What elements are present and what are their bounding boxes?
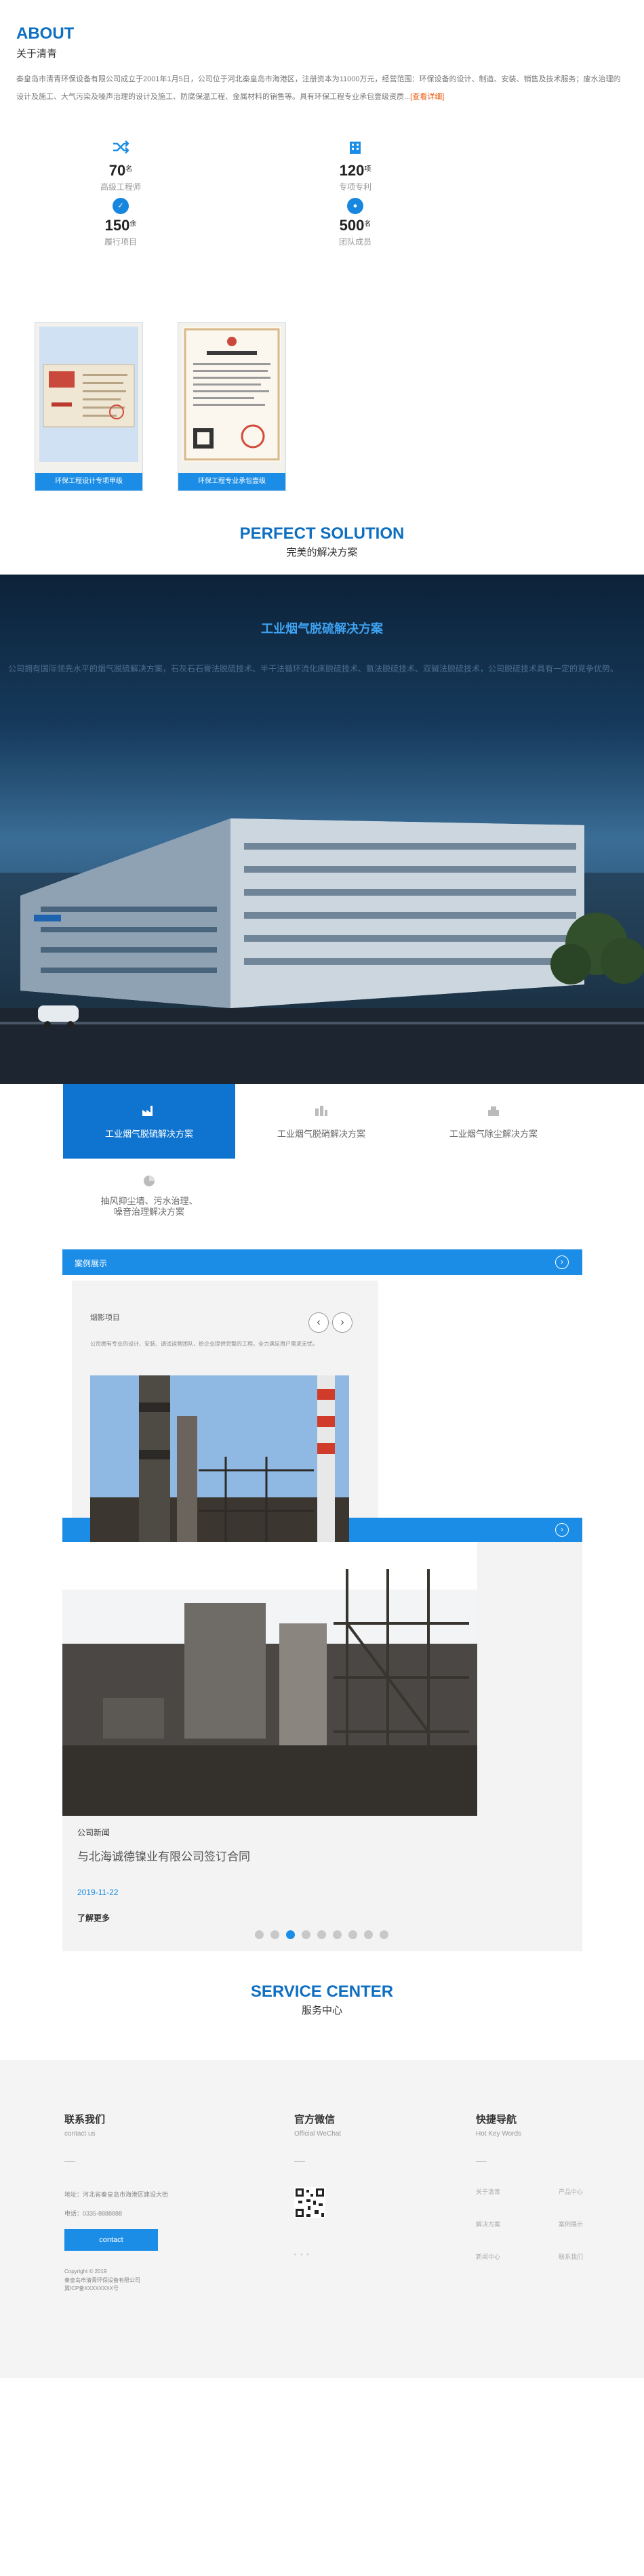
carousel-dot[interactable] [317, 1930, 326, 1939]
more-link[interactable]: [查看详细] [410, 93, 444, 101]
weibo-icon[interactable]: ◦ [294, 2251, 300, 2258]
case-card-title: 烟影项目 [90, 1314, 120, 1322]
chevron-right-icon[interactable]: › [332, 1312, 353, 1333]
certificate-caption: 环保工程专业承包壹级 [178, 473, 285, 491]
tab-label: 工业烟气除尘解决方案 [449, 1129, 538, 1139]
certificate-image [39, 327, 138, 462]
divider [476, 2161, 487, 2162]
badge-icon: ✓ [113, 198, 129, 214]
tab-desulfurization[interactable]: 工业烟气脱硫解决方案 [63, 1084, 235, 1159]
about-title: ABOUT [16, 24, 75, 43]
company-name: 秦皇岛市清青环保设备有限公司 [64, 2277, 140, 2283]
solution-subtitle: 完美的解决方案 [286, 547, 358, 558]
nav-link[interactable]: 关于清青 [476, 2187, 500, 2196]
certificate-card[interactable]: 环保工程设计专项甲级 [35, 322, 143, 491]
stat-unit: 项 [364, 165, 371, 173]
stat-number: 70 [108, 162, 126, 179]
tab-other-solutions[interactable]: 抽风抑尘墙、污水治理、噪音治理解决方案 [63, 1159, 235, 1234]
stat-unit: 余 [129, 220, 137, 228]
divider [294, 2161, 305, 2162]
hero-building-illustration [0, 818, 644, 1084]
nav-link[interactable]: 产品中心 [559, 2187, 583, 2196]
nav-subheading: Hot Key Words [476, 2130, 522, 2138]
about-text: 秦皇岛市清青环保设备有限公司成立于2001年1月5日，公司位于河北秦皇岛市海港区… [16, 70, 626, 106]
about-subtitle: 关于清青 [16, 48, 58, 60]
carousel-dot[interactable] [270, 1930, 279, 1939]
solution-title: PERFECT SOLUTION [239, 524, 405, 543]
hero-title: 工业烟气脱硫解决方案 [261, 622, 383, 636]
service-subtitle: 服务中心 [301, 2005, 342, 2016]
tab-dust-removal[interactable]: 工业烟气除尘解决方案 [407, 1084, 580, 1159]
chat-icon: ● [347, 198, 363, 214]
certificate-card[interactable]: 环保工程专业承包壹级 [178, 322, 286, 491]
stat-team: ● 500名 团队成员 [315, 198, 396, 247]
tab-label: 工业烟气脱硫解决方案 [104, 1129, 193, 1139]
service-title: SERVICE CENTER [250, 1982, 394, 2001]
social-icons[interactable]: ◦◦◦ [294, 2251, 313, 2258]
case-bar-label: 案例展示 [75, 1259, 108, 1268]
nav-link[interactable]: 联系我们 [559, 2252, 583, 2261]
contact-subheading: contact us [64, 2130, 96, 2138]
news-more-link[interactable]: 了解更多 [77, 1912, 110, 1924]
footer [0, 2060, 644, 2378]
chevron-right-icon[interactable]: › [555, 1255, 569, 1269]
news-category: 公司新闻 [77, 1828, 110, 1837]
icp-number: 冀ICP备XXXXXXXX号 [64, 2285, 119, 2291]
stat-label: 团队成员 [338, 237, 371, 247]
tab-denitrification[interactable]: 工业烟气脱硝解决方案 [235, 1084, 407, 1159]
contact-phone: 电话：0335-8888888 [64, 2210, 123, 2217]
hero-description: 公司拥有国际领先水平的烟气脱硫解决方案，石灰石石膏法脱硫技术、半干法循环流化床脱… [8, 664, 619, 673]
divider [64, 2161, 75, 2162]
stat-label: 履行项目 [104, 237, 137, 247]
stat-projects: ✓ 150余 履行项目 [80, 198, 161, 247]
carousel-dot[interactable] [255, 1930, 264, 1939]
building-icon [350, 142, 361, 154]
qq-icon[interactable]: ◦ [306, 2251, 313, 2258]
certificate-caption: 环保工程设计专项甲级 [35, 473, 142, 491]
nav-link[interactable]: 解决方案 [476, 2220, 500, 2228]
carousel-dot[interactable] [333, 1930, 342, 1939]
wechat-heading: 官方微信 [294, 2114, 336, 2125]
stat-unit: 名 [125, 165, 133, 173]
news-photo-plant [62, 1542, 477, 1816]
chevron-right-icon[interactable]: › [555, 1523, 569, 1537]
chevron-left-icon[interactable]: ‹ [308, 1312, 329, 1333]
stat-engineers: 70名 高级工程师 [80, 140, 161, 192]
case-bar: 案例展示 › [62, 1249, 582, 1275]
contact-address: 地址：河北省秦皇岛市海港区建设大街 [64, 2191, 169, 2198]
pie-icon [144, 1176, 155, 1186]
stat-patents: 120项 专项专利 [315, 140, 396, 192]
carousel-dot-active[interactable] [286, 1930, 295, 1939]
carousel-dot[interactable] [380, 1930, 388, 1939]
wechat-qr-code [294, 2187, 325, 2218]
carousel-dot[interactable] [364, 1930, 373, 1939]
stat-number: 500 [339, 217, 365, 234]
stat-label: 高级工程师 [100, 182, 141, 192]
shuffle-icon [113, 140, 129, 154]
hero-banner: 工业烟气脱硫解决方案 公司拥有国际领先水平的烟气脱硫解决方案，石灰石石膏法脱硫技… [0, 575, 644, 1084]
certificate-image [182, 327, 281, 462]
stat-label: 专项专利 [338, 182, 371, 192]
stat-unit: 名 [364, 220, 371, 228]
factory-icon [142, 1106, 153, 1116]
news-date: 2019-11-22 [77, 1888, 119, 1897]
stat-number: 120 [339, 162, 365, 179]
tab-label: 工业烟气脱硝解决方案 [277, 1129, 365, 1139]
plant-icon [315, 1106, 327, 1116]
about-description: 秦皇岛市清青环保设备有限公司成立于2001年1月5日，公司位于河北秦皇岛市海港区… [16, 75, 621, 101]
stat-number: 150 [104, 217, 130, 234]
wechat-subheading: Official WeChat [294, 2130, 342, 2138]
copyright: Copyright © 2019 [64, 2268, 107, 2274]
contact-button[interactable]: contact [64, 2229, 158, 2251]
news-title[interactable]: 与北海诚德镍业有限公司签订合同 [77, 1847, 250, 1864]
carousel-dot[interactable] [302, 1930, 310, 1939]
case-card-description: 公司拥有专业的设计、安装、调试运营团队，给企业提供完整的工程，全力满足用户需求无… [90, 1341, 318, 1347]
nav-link[interactable]: 新闻中心 [476, 2252, 500, 2261]
nav-heading: 快捷导航 [476, 2114, 517, 2125]
dust-icon [488, 1106, 499, 1116]
nav-link[interactable]: 案例展示 [559, 2220, 583, 2228]
contact-heading: 联系我们 [64, 2114, 106, 2125]
tab-label: 抽风抑尘墙、污水治理、噪音治理解决方案 [100, 1196, 198, 1217]
carousel-dot[interactable] [348, 1930, 357, 1939]
